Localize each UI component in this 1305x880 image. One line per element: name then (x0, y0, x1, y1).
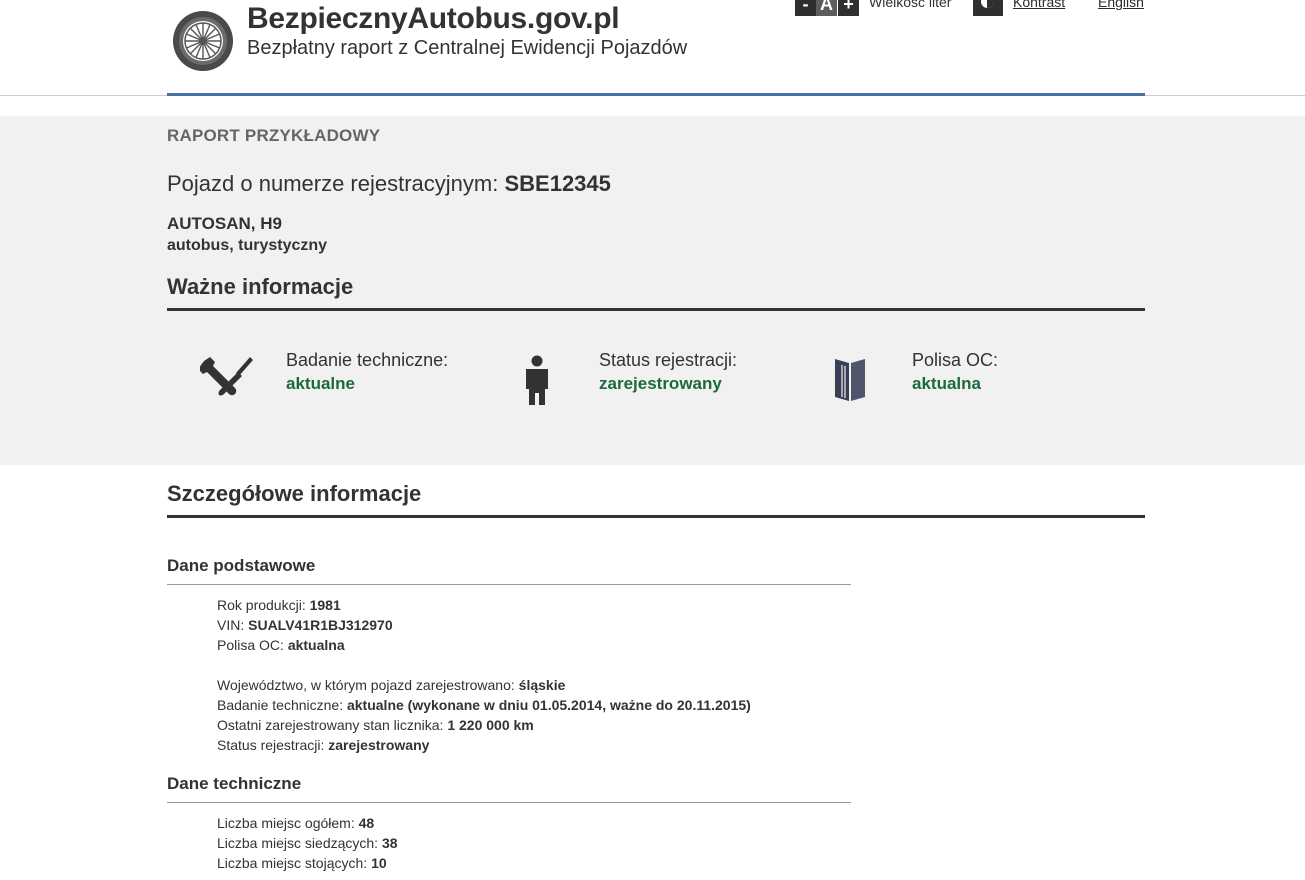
font-increase-button[interactable]: + (838, 0, 859, 16)
list-item: Ostatni zarejestrowany stan licznika: 1 … (217, 717, 534, 733)
person-icon (526, 355, 548, 405)
basic-data-list-b: Województwo, w którym pojazd zarejestrow… (217, 675, 751, 755)
list-item: Rok produkcji: 1981 (217, 597, 341, 613)
basic-data-list-a: Rok produkcji: 1981 VIN: SUALV41R1BJ3129… (217, 595, 393, 655)
sample-report-label: RAPORT PRZYKŁADOWY (167, 126, 381, 145)
inspection-title: Badanie techniczne: (286, 350, 449, 370)
inspection-value: aktualne (286, 374, 355, 393)
document-icon (835, 359, 865, 401)
list-item: Liczba miejsc ogółem: 48 (217, 815, 375, 831)
contrast-link[interactable]: Kontrast (1013, 0, 1065, 10)
list-item: Liczba miejsc stojących: 10 (217, 855, 387, 871)
font-size-label: Wielkość liter (869, 0, 952, 10)
important-info-heading: Ważne informacje (167, 274, 354, 299)
insurance-title: Polisa OC: (912, 350, 999, 370)
wrench-screwdriver-icon (200, 357, 253, 396)
insurance-value: aktualna (912, 374, 981, 393)
basic-data-rule (167, 584, 851, 585)
technical-data-list: Liczba miejsc ogółem: 48 Liczba miejsc s… (217, 813, 398, 873)
important-info-rule (167, 308, 1145, 311)
list-item: Polisa OC: aktualna (217, 637, 345, 653)
vehicle-type: autobus, turystyczny (167, 237, 328, 254)
registration-value: zarejestrowany (599, 374, 722, 393)
list-item: Województwo, w którym pojazd zarejestrow… (217, 677, 566, 693)
list-item: VIN: SUALV41R1BJ312970 (217, 617, 393, 633)
details-heading: Szczegółowe informacje (167, 481, 422, 506)
site-title[interactable]: BezpiecznyAutobus.gov.pl (247, 2, 620, 36)
technical-data-heading: Dane techniczne (167, 774, 302, 793)
header-accent-rule (167, 93, 1145, 96)
basic-data-heading: Dane podstawowe (167, 556, 316, 575)
site-subtitle: Bezpłatny raport z Centralnej Ewidencji … (247, 37, 688, 59)
plate-line: Pojazd o numerze rejestracyjnym: SBE1234… (167, 171, 611, 197)
list-item: Status rejestracji: zarejestrowany (217, 737, 430, 753)
details-rule (167, 515, 1145, 518)
list-item: Badanie techniczne: aktualne (wykonane w… (217, 697, 751, 713)
font-decrease-button[interactable]: - (795, 0, 816, 16)
plate-prefix: Pojazd o numerze rejestracyjnym: (167, 171, 505, 196)
plate-number: SBE12345 (504, 171, 611, 196)
language-link[interactable]: English (1098, 0, 1144, 10)
technical-data-rule (167, 802, 851, 803)
font-reset-button[interactable]: A (816, 0, 837, 16)
wheel-logo-icon[interactable] (172, 10, 234, 72)
registration-title: Status rejestracji: (599, 350, 738, 370)
list-item: Liczba miejsc siedzących: 38 (217, 835, 398, 851)
make-model: AUTOSAN, H9 (167, 214, 282, 233)
contrast-button[interactable] (973, 0, 1003, 16)
contrast-icon (981, 0, 994, 8)
